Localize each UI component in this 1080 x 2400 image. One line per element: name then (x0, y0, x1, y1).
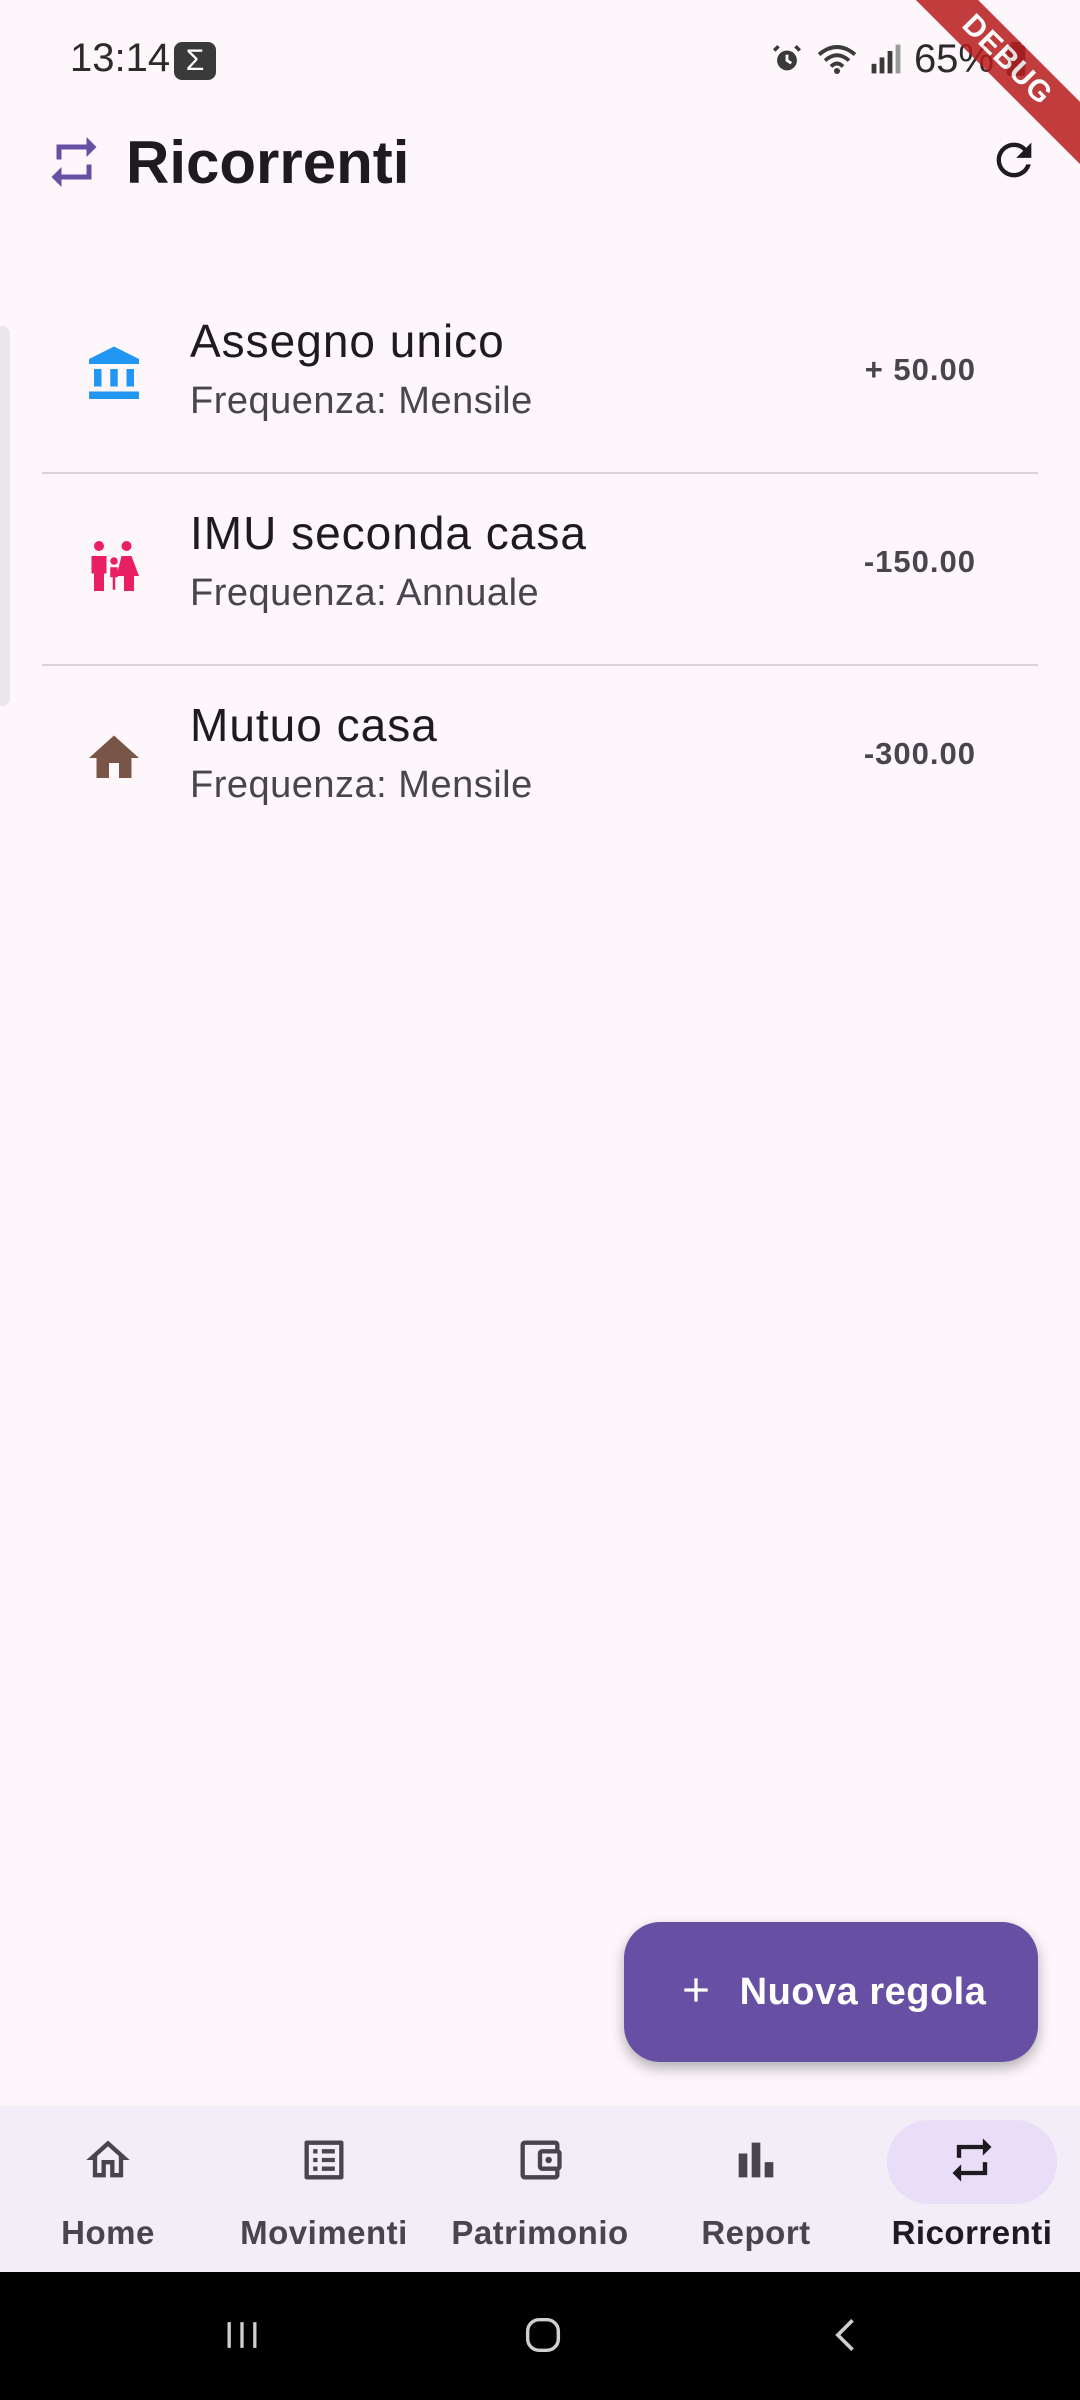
list-item[interactable]: Mutuo casa Frequenza: Mensile -300.00 (42, 666, 1038, 856)
wifi-icon (816, 42, 858, 76)
nav-label-home: Home (61, 2214, 155, 2251)
bank-icon (82, 342, 146, 406)
bottom-navigation: Home Movimenti Patrimonio Report Ricorre… (0, 2106, 1080, 2272)
nav-item-movimenti[interactable]: Movimenti (216, 2106, 432, 2272)
notification-app-icon: Σ (174, 42, 216, 80)
rule-frequency: Frequenza: Mensile (190, 380, 533, 422)
refresh-button[interactable] (978, 126, 1050, 198)
list-item[interactable]: Assegno unico Frequenza: Mensile + 50.00 (42, 282, 1038, 474)
signal-icon (870, 43, 902, 75)
list-item[interactable]: IMU seconda casa Frequenza: Annuale -150… (42, 474, 1038, 666)
back-button[interactable] (812, 2302, 882, 2372)
new-rule-label: Nuova regola (739, 1970, 987, 2013)
wallet-icon (514, 2134, 566, 2191)
rule-amount: + 50.00 (864, 352, 976, 387)
home-circle-icon (520, 2312, 566, 2363)
back-icon (825, 2313, 869, 2362)
recent-apps-icon (220, 2313, 264, 2362)
home-system-button[interactable] (508, 2302, 578, 2372)
nav-item-ricorrenti[interactable]: Ricorrenti (864, 2106, 1080, 2272)
status-bar: 13:14 Σ 65% DEBUG (0, 0, 1080, 172)
system-navigation-bar (0, 2272, 1080, 2400)
home-icon (82, 2134, 134, 2191)
nav-item-report[interactable]: Report (648, 2106, 864, 2272)
side-drawer-handle[interactable] (0, 326, 10, 706)
new-rule-button[interactable]: Nuova regola (624, 1922, 1038, 2062)
bar-chart-icon (730, 2134, 782, 2191)
rule-frequency: Frequenza: Annuale (190, 572, 540, 614)
list-icon (298, 2134, 350, 2191)
nav-label-ricorrenti: Ricorrenti (891, 2214, 1053, 2251)
repeat-icon (44, 132, 104, 192)
nav-item-patrimonio[interactable]: Patrimonio (432, 2106, 648, 2272)
status-time: 13:14 (70, 36, 171, 80)
rule-title: IMU seconda casa (190, 507, 587, 559)
page-title: Ricorrenti (126, 129, 410, 196)
plus-icon (676, 1970, 716, 2015)
rule-amount: -300.00 (863, 736, 976, 771)
house-icon (82, 726, 146, 790)
rule-amount: -150.00 (863, 544, 976, 579)
refresh-icon (988, 134, 1040, 191)
app-bar: Ricorrenti (0, 120, 1080, 210)
nav-label-movimenti: Movimenti (240, 2214, 408, 2251)
repeat-icon (946, 2134, 998, 2191)
rule-frequency: Frequenza: Mensile (190, 764, 533, 806)
family-icon (82, 534, 146, 598)
alarm-icon (770, 42, 804, 76)
nav-item-home[interactable]: Home (0, 2106, 216, 2272)
recent-apps-button[interactable] (207, 2302, 277, 2372)
recurring-rules-list: Assegno unico Frequenza: Mensile + 50.00… (42, 282, 1038, 856)
nav-label-patrimonio: Patrimonio (451, 2214, 629, 2251)
rule-title: Mutuo casa (190, 699, 438, 751)
nav-label-report: Report (701, 2214, 811, 2251)
rule-title: Assegno unico (190, 315, 505, 367)
